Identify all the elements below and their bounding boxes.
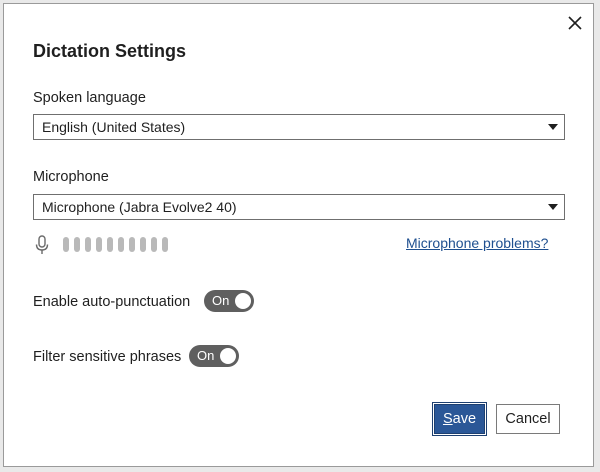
filter-phrases-state: On xyxy=(197,348,215,363)
chevron-down-icon xyxy=(548,124,558,130)
level-bar xyxy=(118,237,124,252)
level-bar xyxy=(63,237,69,252)
filter-phrases-toggle[interactable]: On xyxy=(189,345,239,367)
dialog-title: Dictation Settings xyxy=(33,41,187,61)
level-bar xyxy=(151,237,157,252)
auto-punctuation-toggle[interactable]: On xyxy=(204,290,254,312)
level-bar xyxy=(85,237,91,252)
save-button[interactable]: Save xyxy=(432,402,487,436)
close-icon xyxy=(568,16,582,30)
auto-punctuation-state: On xyxy=(212,293,230,308)
microphone-problems-link[interactable]: Microphone problems? xyxy=(406,235,548,251)
level-bar xyxy=(129,237,135,252)
microphone-level-meter xyxy=(63,237,168,252)
level-bar xyxy=(96,237,102,252)
toggle-knob xyxy=(235,293,251,309)
microphone-label: Microphone xyxy=(33,169,109,185)
save-label-rest: ave xyxy=(452,411,477,427)
toggle-knob xyxy=(220,348,236,364)
level-bar xyxy=(74,237,80,252)
microphone-icon xyxy=(35,235,49,254)
dictation-settings-dialog: Dictation Settings Spoken language Engli… xyxy=(3,3,594,467)
save-accelerator: S xyxy=(442,411,453,427)
spoken-language-label: Spoken language xyxy=(33,90,146,106)
cancel-button[interactable]: Cancel xyxy=(496,404,560,434)
level-bar xyxy=(162,237,168,252)
auto-punctuation-label: Enable auto-punctuation xyxy=(33,294,191,310)
spoken-language-select[interactable]: English (United States) xyxy=(33,114,565,140)
level-bar xyxy=(140,237,146,252)
close-button[interactable] xyxy=(564,12,586,34)
level-bar xyxy=(107,237,113,252)
microphone-value: Microphone (Jabra Evolve2 40) xyxy=(42,199,237,215)
microphone-select[interactable]: Microphone (Jabra Evolve2 40) xyxy=(33,194,565,220)
filter-phrases-label: Filter sensitive phrases xyxy=(33,349,182,365)
spoken-language-value: English (United States) xyxy=(42,119,186,135)
chevron-down-icon xyxy=(548,204,558,210)
